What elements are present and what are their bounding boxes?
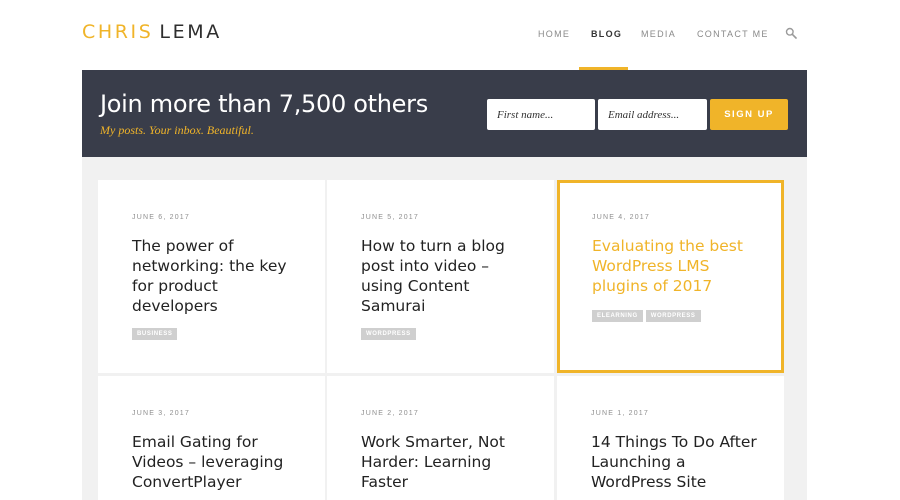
banner-title: Join more than 7,500 others — [100, 90, 428, 118]
logo-last: LEMA — [159, 21, 222, 43]
post-title[interactable]: Evaluating the best WordPress LMS plugin… — [592, 236, 762, 296]
post-title[interactable]: The power of networking: the key for pro… — [132, 236, 302, 316]
post-tags: BUSINESS — [132, 328, 178, 340]
nav-home[interactable]: HOME — [538, 29, 570, 39]
nav-contact-me[interactable]: CONTACT ME — [697, 29, 769, 39]
post-date: JUNE 6, 2017 — [132, 214, 190, 221]
post-date: JUNE 1, 2017 — [591, 410, 649, 417]
post-tags: ELEARNING WORDPRESS — [592, 310, 701, 322]
post-date: JUNE 5, 2017 — [361, 214, 419, 221]
post-card[interactable]: JUNE 1, 2017 14 Things To Do After Launc… — [557, 376, 784, 500]
post-card[interactable]: JUNE 3, 2017 Email Gating for Videos – l… — [98, 376, 325, 500]
post-card[interactable]: JUNE 2, 2017 Work Smarter, Not Harder: L… — [327, 376, 554, 500]
post-tag[interactable]: WORDPRESS — [361, 328, 416, 340]
post-title[interactable]: Work Smarter, Not Harder: Learning Faste… — [361, 432, 531, 492]
post-tag[interactable]: WORDPRESS — [645, 310, 701, 322]
banner-subtitle: My posts. Your inbox. Beautiful. — [100, 123, 254, 137]
first-name-input[interactable] — [487, 99, 595, 130]
post-card-featured[interactable]: JUNE 4, 2017 Evaluating the best WordPre… — [557, 180, 784, 373]
nav-media[interactable]: MEDIA — [641, 29, 676, 39]
post-tags: WORDPRESS — [361, 328, 416, 340]
site-header: CHRIS LEMA HOME BLOG MEDIA CONTACT ME — [0, 0, 900, 70]
post-card[interactable]: JUNE 5, 2017 How to turn a blog post int… — [327, 180, 554, 373]
site-logo[interactable]: CHRIS LEMA — [82, 21, 222, 43]
post-card[interactable]: JUNE 6, 2017 The power of networking: th… — [98, 180, 325, 373]
sign-up-button[interactable]: SIGN UP — [710, 99, 788, 130]
post-tag[interactable]: ELEARNING — [592, 310, 643, 322]
post-title[interactable]: How to turn a blog post into video – usi… — [361, 236, 531, 316]
post-date: JUNE 3, 2017 — [132, 410, 190, 417]
post-title[interactable]: 14 Things To Do After Launching a WordPr… — [591, 432, 761, 492]
post-date: JUNE 2, 2017 — [361, 410, 419, 417]
search-icon[interactable] — [785, 27, 797, 39]
email-input[interactable] — [598, 99, 707, 130]
nav-blog[interactable]: BLOG — [591, 29, 622, 39]
post-date: JUNE 4, 2017 — [592, 214, 650, 221]
post-tag[interactable]: BUSINESS — [132, 328, 178, 340]
newsletter-banner: Join more than 7,500 others My posts. Yo… — [82, 70, 807, 157]
logo-first: CHRIS — [82, 21, 154, 43]
post-title[interactable]: Email Gating for Videos – leveraging Con… — [132, 432, 302, 492]
